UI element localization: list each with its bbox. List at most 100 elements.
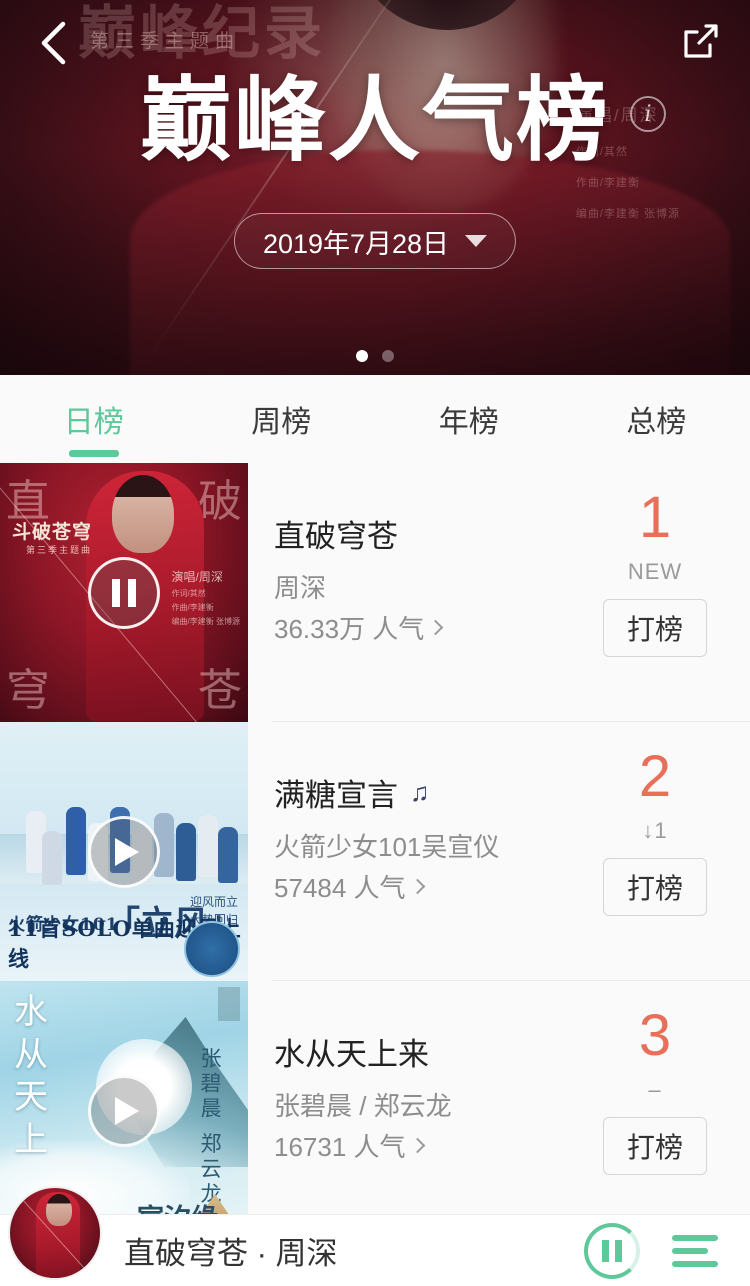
song-meta: 直破穹苍 周深 36.33万 人气 xyxy=(248,463,574,722)
table-row[interactable]: 水从天上 张碧晨 郑云龙 宸汐缘 水从天上来 张碧晨 / 郑云龙 16731 人… xyxy=(0,981,750,1214)
cover-corner-br: 苍 xyxy=(198,665,242,716)
now-playing-title: 直破穹苍 · 周深 xyxy=(124,1236,338,1271)
song-popularity-value: 36.33万 人气 xyxy=(274,614,425,644)
playlist-line xyxy=(672,1260,718,1267)
play-button[interactable] xyxy=(88,1074,160,1147)
cover-badge-sub: 第三季主题曲 xyxy=(26,545,93,555)
pause-button[interactable] xyxy=(88,556,160,629)
chevron-right-icon xyxy=(409,878,425,895)
song-popularity[interactable]: 57484 人气 xyxy=(274,868,425,905)
cover-figure xyxy=(218,827,238,883)
player-pause-button[interactable] xyxy=(584,1222,640,1279)
pause-icon-bar xyxy=(615,1239,622,1262)
vote-button[interactable]: 打榜 xyxy=(603,599,707,657)
cover-side-1: 迎风而立 xyxy=(189,895,238,909)
rank-period-tabs: 日榜 周榜 年榜 总榜 xyxy=(0,375,750,463)
rank-column: 2 ↓1 打榜 xyxy=(574,722,750,981)
play-icon xyxy=(115,1096,139,1125)
carousel-dots xyxy=(0,350,750,362)
avatar[interactable] xyxy=(8,1186,102,1280)
hero-banner[interactable]: 巅峰纪录 第三季主题曲 演唱/周深 作词/其然 作曲/李建衡 编曲/李建衡 张博… xyxy=(0,0,750,375)
caret-down-icon xyxy=(465,235,488,247)
song-popularity[interactable]: 16731 人气 xyxy=(274,1127,425,1164)
cover-figure xyxy=(176,823,196,881)
cover-logo: 宸汐缘 xyxy=(137,1197,218,1214)
song-cover[interactable]: 火箭少女101 「立风」 迎风而立 大势回归 11首SOLO单曲迎风上线 xyxy=(0,722,248,981)
rank-column: 3 – 打榜 xyxy=(574,981,750,1214)
cover-stamp xyxy=(218,987,240,1021)
banner-ghost-subtitle: 第三季主题曲 xyxy=(90,31,241,52)
song-title: 直破穹苍 xyxy=(274,519,398,554)
playlist-icon[interactable] xyxy=(672,1223,728,1279)
mini-player-bar[interactable]: 直破穹苍 · 周深 xyxy=(0,1186,750,1286)
tab-yearly[interactable]: 年榜 xyxy=(375,375,563,463)
share-external-icon xyxy=(684,24,718,58)
date-picker-label: 2019年7月28日 xyxy=(262,228,450,259)
cover-corner-tr: 破 xyxy=(198,476,242,527)
cover-credits: 演唱/周深 作词/其然 作曲/李建衡 编曲/李建衡 张博源 xyxy=(172,567,240,628)
playlist-line xyxy=(672,1234,718,1241)
play-button[interactable] xyxy=(88,815,160,888)
song-title: 水从天上来 xyxy=(274,1037,429,1072)
chevron-right-icon xyxy=(409,1137,425,1154)
cover-figure xyxy=(66,807,86,875)
song-meta: 水从天上来 张碧晨 / 郑云龙 16731 人气 xyxy=(248,981,574,1214)
cover-credit-1: 作词/其然 xyxy=(171,589,206,599)
table-row[interactable]: 直 破 穹 苍 斗破苍穹 第三季主题曲 演唱/周深 作词/其然 作曲/李建衡 编… xyxy=(0,463,750,722)
song-artist: 张碧晨 / 郑云龙 xyxy=(274,1091,452,1121)
rank-trend: – xyxy=(648,1077,662,1102)
cover-credit-main: 演唱/周深 xyxy=(171,570,223,584)
carousel-dot-1[interactable] xyxy=(356,350,368,362)
rank-column: 1 NEW 打榜 xyxy=(574,463,750,722)
cover-head xyxy=(112,475,174,553)
song-meta: 满糖宣言 ♫ 火箭少女101吴宣仪 57484 人气 xyxy=(248,722,574,981)
vote-button[interactable]: 打榜 xyxy=(603,858,707,916)
song-artist: 火箭少女101吴宣仪 xyxy=(274,832,500,862)
carousel-dot-2[interactable] xyxy=(382,350,394,362)
date-picker[interactable]: 2019年7月28日 xyxy=(233,213,517,269)
share-button[interactable] xyxy=(668,10,732,74)
rank-trend: NEW xyxy=(627,559,683,584)
cover-corner-bl: 穹 xyxy=(6,665,50,716)
song-cover[interactable]: 直 破 穹 苍 斗破苍穹 第三季主题曲 演唱/周深 作词/其然 作曲/李建衡 编… xyxy=(0,463,248,722)
pause-icon-bar xyxy=(602,1239,609,1262)
table-row[interactable]: 火箭少女101 「立风」 迎风而立 大势回归 11首SOLO单曲迎风上线 满糖宣… xyxy=(0,722,750,981)
chevron-left-icon xyxy=(41,21,66,65)
rank-number: 1 xyxy=(638,485,672,550)
playlist-line xyxy=(672,1247,708,1254)
rank-number: 2 xyxy=(638,744,672,809)
ranking-list: 直 破 穹 苍 斗破苍穹 第三季主题曲 演唱/周深 作词/其然 作曲/李建衡 编… xyxy=(0,463,750,1214)
cover-badge: 斗破苍穹 xyxy=(12,521,93,543)
cover-artists: 张碧晨 郑云龙 xyxy=(198,1047,222,1208)
back-button[interactable] xyxy=(22,12,84,74)
vote-button[interactable]: 打榜 xyxy=(603,1117,707,1175)
banner-credit-composer: 作曲/李建衡 xyxy=(575,177,640,190)
tab-weekly[interactable]: 周榜 xyxy=(188,375,376,463)
song-title: 满糖宣言 xyxy=(274,778,398,813)
info-circle-icon[interactable]: i xyxy=(630,96,666,132)
pause-icon xyxy=(112,578,136,607)
banner-credit-arranger: 编曲/李建衡 张博源 xyxy=(575,208,680,221)
play-icon xyxy=(115,837,139,866)
cover-vertical-title: 水从天上 xyxy=(14,992,48,1160)
song-popularity-value: 57484 人气 xyxy=(274,873,406,903)
song-popularity[interactable]: 36.33万 人气 xyxy=(274,609,444,646)
rank-number: 3 xyxy=(638,1003,672,1068)
avatar-head xyxy=(46,1194,72,1226)
song-cover[interactable]: 水从天上 张碧晨 郑云龙 宸汐缘 xyxy=(0,981,248,1214)
cover-seal xyxy=(184,921,240,977)
song-artist: 周深 xyxy=(274,573,327,603)
cover-credit-3: 编曲/李建衡 张博源 xyxy=(171,616,240,626)
cover-figure xyxy=(42,831,62,885)
music-note-icon[interactable]: ♫ xyxy=(410,777,430,808)
song-popularity-value: 16731 人气 xyxy=(274,1132,406,1162)
tab-overall[interactable]: 总榜 xyxy=(563,375,750,463)
rank-trend: ↓1 xyxy=(642,818,668,843)
song-title-row: 直破穹苍 xyxy=(274,511,574,556)
cover-figure xyxy=(198,815,218,877)
song-title-row: 满糖宣言 ♫ xyxy=(274,770,574,815)
cover-credit-2: 作曲/李建衡 xyxy=(171,602,214,612)
chevron-right-icon xyxy=(428,619,444,636)
song-title-row: 水从天上来 xyxy=(274,1029,574,1074)
tab-daily[interactable]: 日榜 xyxy=(0,375,188,463)
